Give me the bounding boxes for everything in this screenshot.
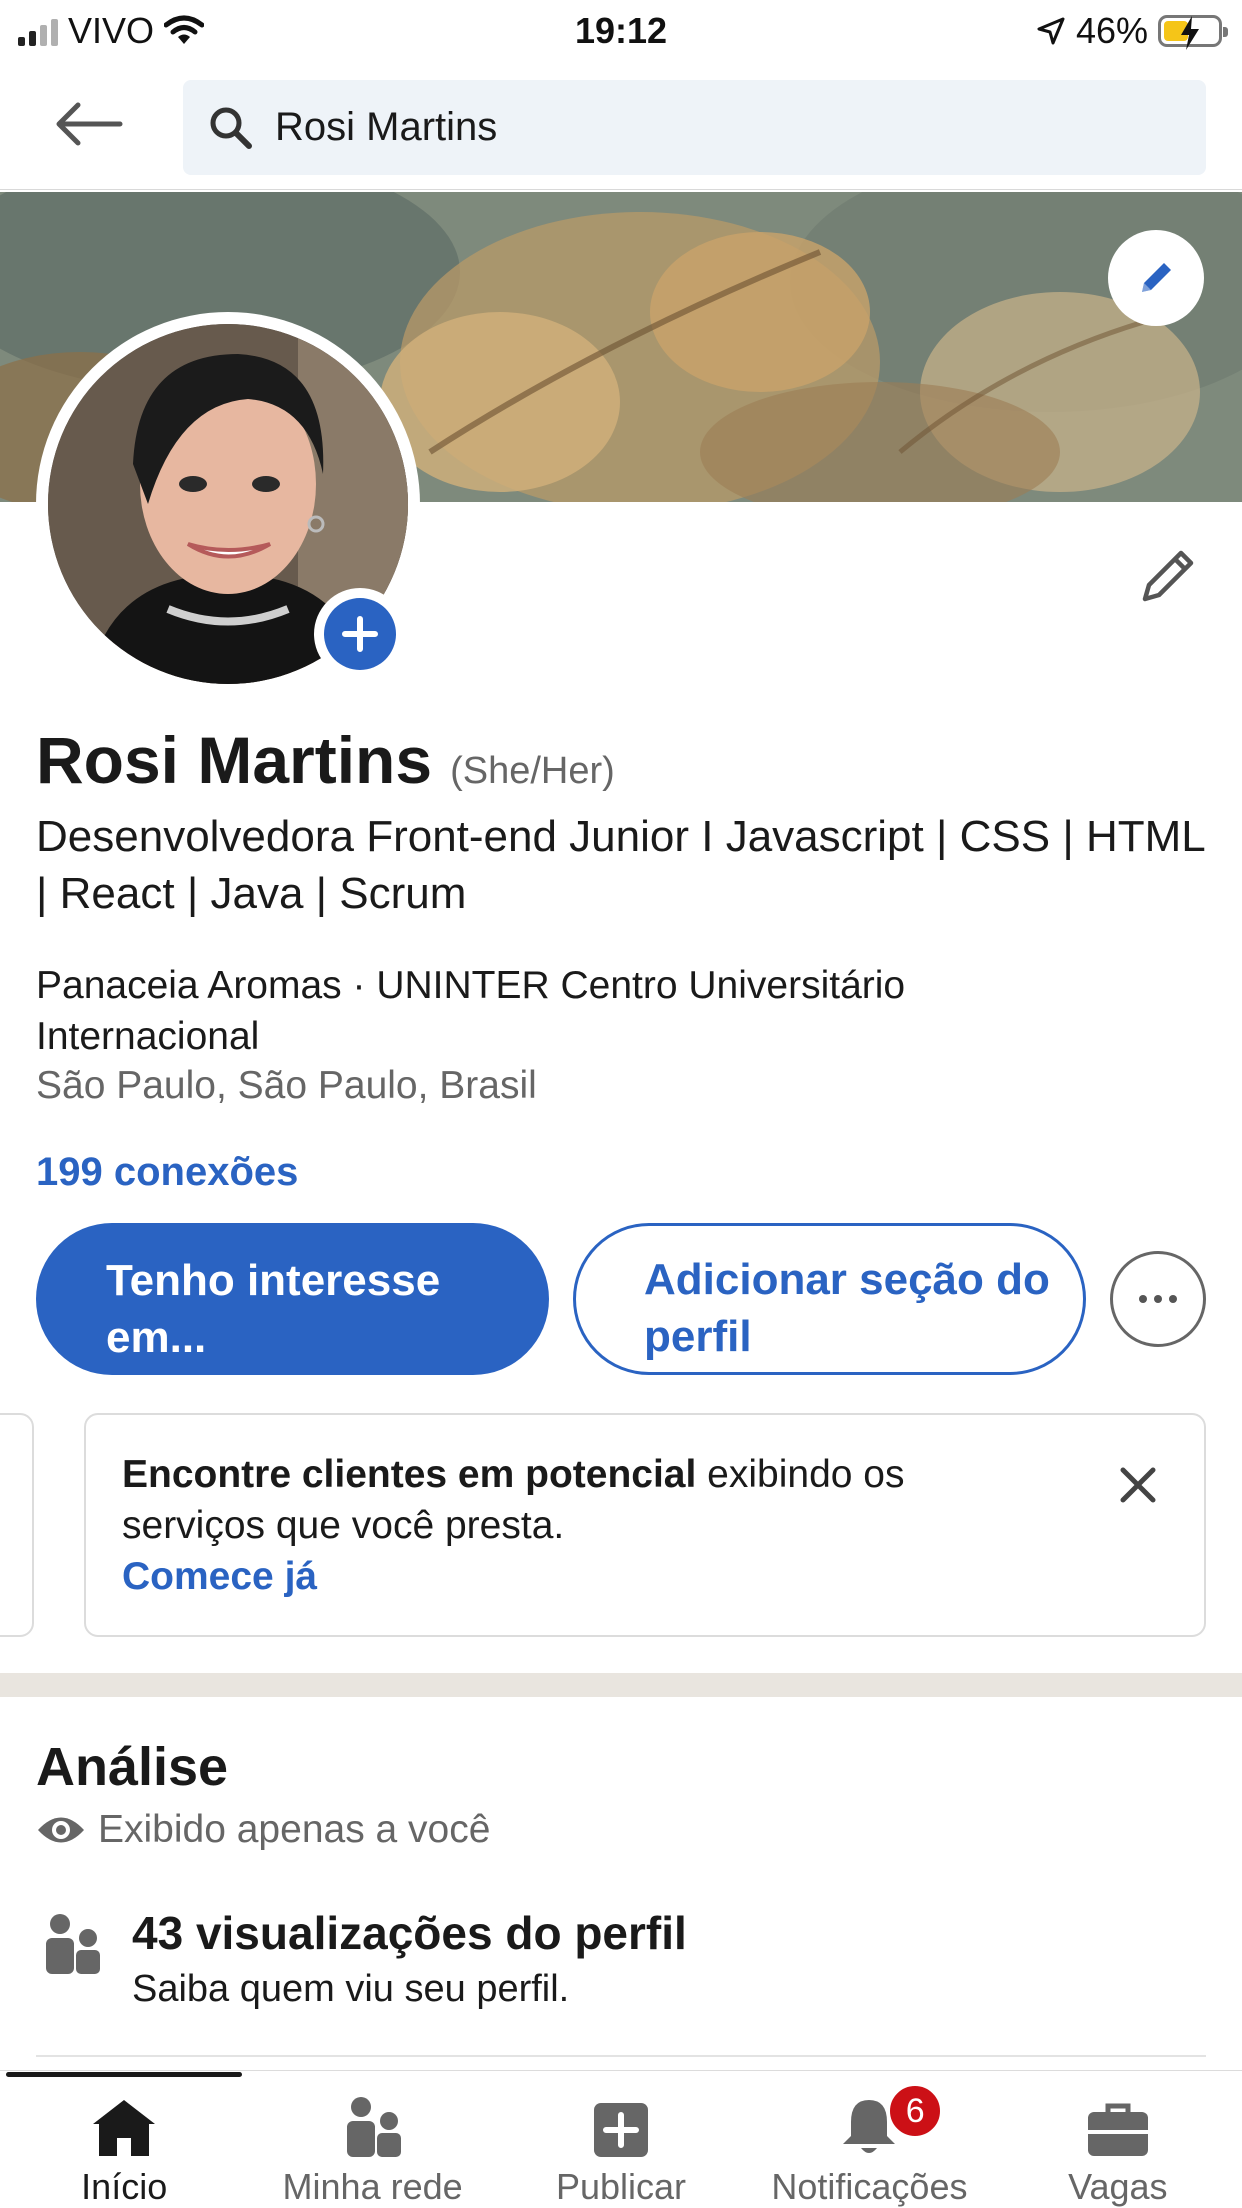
- promo-text: Encontre clientes em potencial exibindo …: [122, 1449, 1042, 1602]
- profile-location: São Paulo, São Paulo, Brasil: [36, 1064, 537, 1107]
- analytics-title: Análise: [36, 1737, 229, 1797]
- search-icon: [201, 98, 261, 158]
- edit-cover-button[interactable]: [1108, 230, 1204, 326]
- profile-company[interactable]: Panaceia Aromas · UNINTER Centro Univers…: [36, 960, 1136, 1062]
- promo-card: Encontre clientes em potencial exibindo …: [84, 1413, 1206, 1637]
- search-input[interactable]: [275, 105, 1155, 150]
- status-bar: VIVO 19:12 46%: [0, 0, 1242, 62]
- pencil-icon: [1142, 263, 1171, 292]
- battery-charging-icon: [1158, 15, 1228, 50]
- people-icon: [46, 1914, 100, 1974]
- profile-views-subtitle: Saiba quem viu seu perfil.: [132, 1968, 570, 2010]
- location-arrow-icon: [1037, 17, 1065, 45]
- more-horizontal-icon: [1139, 1295, 1147, 1303]
- bottom-nav: Início Minha rede Publicar Notificações …: [0, 2070, 1242, 2208]
- previous-card[interactable]: [0, 1413, 34, 1637]
- search-header: [0, 62, 1242, 190]
- promo-cta-link[interactable]: Comece já: [122, 1551, 1042, 1602]
- more-options-button[interactable]: [1110, 1251, 1206, 1347]
- close-promo-button[interactable]: [1110, 1457, 1166, 1513]
- notification-badge: 6: [887, 2083, 944, 2139]
- analytics-divider: [36, 2055, 1206, 2057]
- post-icon: [594, 2103, 649, 2157]
- profile-pronouns: (She/Her): [450, 750, 615, 792]
- briefcase-icon: [1087, 2103, 1148, 2156]
- visibility-text: Exibido apenas a você: [98, 1808, 491, 1851]
- status-right: 46%: [1036, 10, 1228, 52]
- nav-my-network[interactable]: Minha rede: [248, 2071, 496, 2208]
- nav-post-label: Publicar: [555, 2166, 687, 2207]
- profile-name: Rosi Martins: [36, 723, 433, 797]
- add-photo-button[interactable]: [314, 588, 406, 680]
- nav-post[interactable]: Publicar: [497, 2071, 745, 2208]
- edit-intro-button[interactable]: [1128, 536, 1208, 616]
- open-to-button[interactable]: Tenho interesse em...: [36, 1223, 549, 1375]
- add-profile-section-button[interactable]: Adicionar seção do perfil: [573, 1223, 1086, 1375]
- battery-percent: 46%: [1075, 10, 1148, 51]
- pencil-icon: [1142, 550, 1194, 602]
- visibility-row: Exibido apenas a você: [36, 1808, 490, 1852]
- search-box[interactable]: [183, 80, 1206, 175]
- profile-headline: Desenvolvedora Front-end Junior I Javasc…: [36, 812, 1205, 918]
- nav-home-label: Início: [81, 2166, 168, 2207]
- eye-icon: [38, 1817, 84, 1843]
- section-divider: [0, 1673, 1242, 1697]
- plus-icon: [324, 598, 396, 670]
- nav-notifications[interactable]: Notificações 6: [745, 2071, 993, 2208]
- profile-views-title: 43 visualizações do perfil: [132, 1907, 687, 1959]
- nav-notifications-label: Notificações: [771, 2166, 968, 2207]
- active-tab-indicator: [6, 2072, 242, 2077]
- nav-my-network-label: Minha rede: [282, 2166, 463, 2207]
- name-row: Rosi Martins (She/Her): [36, 722, 615, 798]
- promo-bold-text: Encontre clientes em potencial: [122, 1453, 697, 1496]
- back-button[interactable]: [54, 94, 134, 154]
- nav-home[interactable]: Início: [0, 2071, 248, 2208]
- close-icon: [1120, 1467, 1156, 1503]
- back-arrow-icon: [56, 102, 123, 146]
- connections-link[interactable]: 199 conexões: [36, 1150, 298, 1195]
- home-icon: [93, 2100, 156, 2156]
- nav-jobs[interactable]: Vagas: [994, 2071, 1242, 2208]
- my-network-icon: [346, 2097, 401, 2157]
- nav-jobs-label: Vagas: [1068, 2166, 1168, 2207]
